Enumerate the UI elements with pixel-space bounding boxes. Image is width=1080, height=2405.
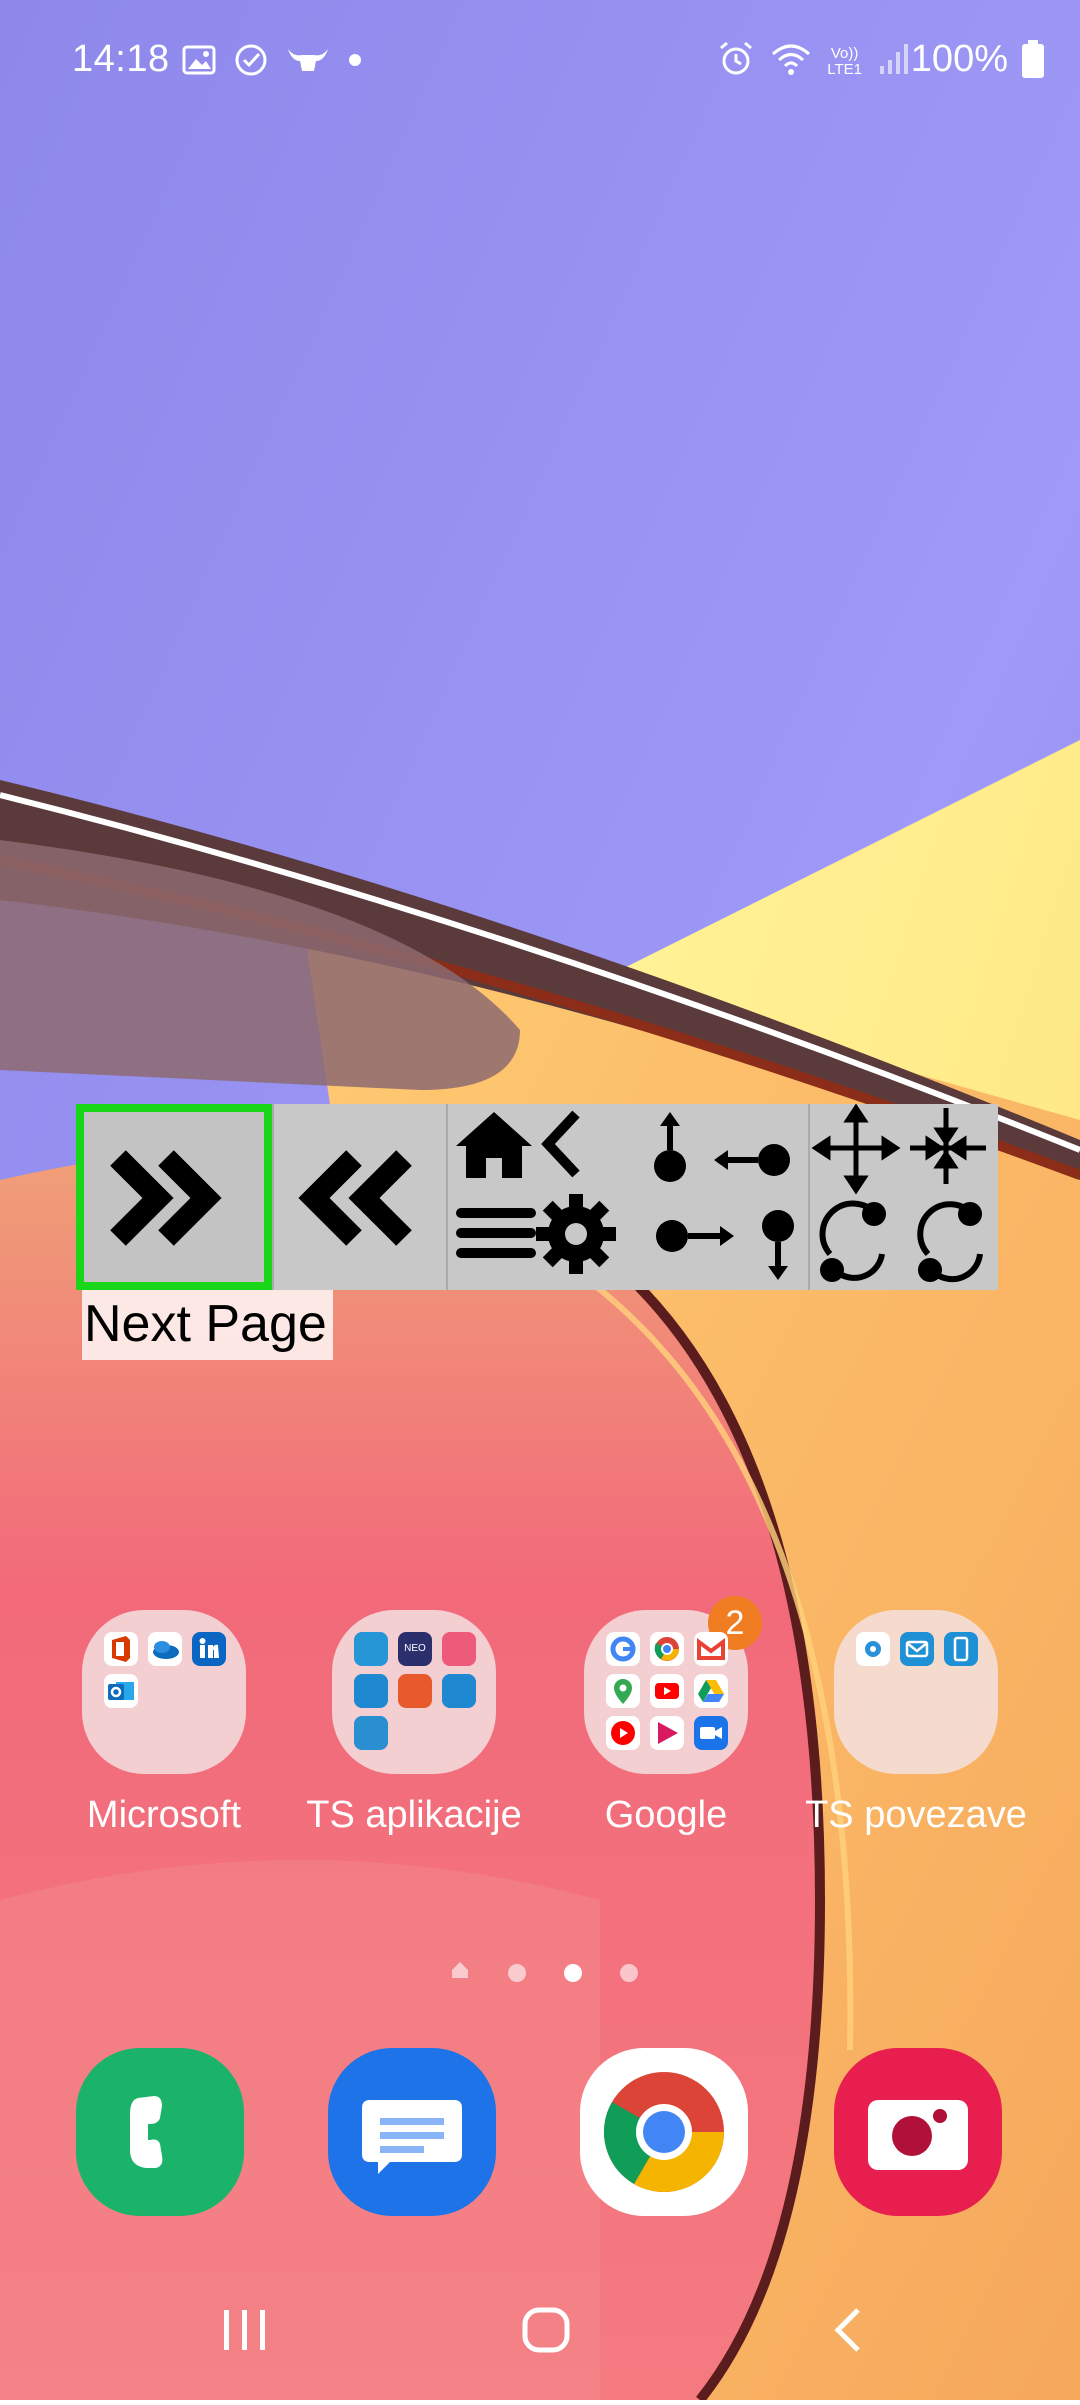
outlook-icon — [104, 1674, 138, 1708]
folder-icon — [834, 1610, 998, 1774]
signal-icon — [878, 42, 908, 81]
swipe-down-icon — [762, 1210, 794, 1280]
chart-app-icon — [442, 1632, 476, 1666]
navigation-buttons[interactable] — [446, 1104, 808, 1290]
page-dot — [508, 1963, 526, 1982]
chrome-app[interactable] — [580, 2048, 748, 2216]
recents-icon — [184, 2310, 304, 2404]
battery-level: 100% — [910, 38, 1008, 80]
menu-icon — [456, 1208, 536, 1258]
swipe-up-icon — [654, 1112, 686, 1182]
message-bubble-icon — [328, 2100, 496, 2220]
chrome-icon — [580, 2072, 748, 2220]
phone-icon — [76, 2096, 244, 2220]
home-page-indicator-icon — [450, 1960, 470, 1985]
folder-label: TS povezave — [805, 1794, 1027, 1836]
page-dot — [620, 1963, 638, 1982]
folder-ts-povezave[interactable]: TS povezave — [796, 1610, 1036, 1837]
zoom-rotate-buttons[interactable] — [808, 1104, 998, 1290]
folder-icon — [82, 1610, 246, 1774]
neo-icon: NEO — [398, 1632, 432, 1666]
network-app-icon — [856, 1632, 890, 1666]
volte-text: Vo)) — [830, 44, 859, 62]
bull-icon — [286, 45, 330, 80]
check-circle-icon — [234, 43, 268, 82]
rotate-left-icon — [819, 1200, 886, 1282]
swipe-left-icon — [714, 1144, 790, 1176]
camera-icon — [834, 2100, 1002, 2220]
search-app-icon — [442, 1674, 476, 1708]
messages-app[interactable] — [328, 2048, 496, 2216]
chrome-icon — [650, 1632, 684, 1666]
lte-text: LTE1 — [827, 60, 862, 78]
navigation-bar — [0, 2262, 1080, 2400]
folder-ts-aplikacije[interactable]: NEO TS aplikacije — [294, 1610, 534, 1837]
wifi-icon — [771, 42, 811, 81]
back-icon — [541, 1110, 580, 1178]
linkedin-icon — [192, 1632, 226, 1666]
battery-icon — [1022, 40, 1044, 78]
recents-button[interactable] — [184, 2262, 304, 2400]
collapse-icon — [910, 1108, 986, 1184]
drive-icon — [694, 1674, 728, 1708]
next-page-button[interactable] — [76, 1104, 272, 1290]
selected-button-label: Next Page — [82, 1290, 333, 1360]
folder-label: Microsoft — [86, 1794, 242, 1836]
folder-label: Google — [604, 1794, 728, 1836]
folder-google[interactable]: 2 Google — [546, 1596, 786, 1837]
expand-icon — [811, 1104, 901, 1195]
device-app-icon — [944, 1632, 978, 1666]
overlay-toolbar — [76, 1104, 998, 1290]
clock: 14:18 — [72, 38, 170, 80]
volte-icon: Vo)) LTE1 — [827, 44, 862, 78]
play-movies-icon — [650, 1716, 684, 1750]
contacts-icon — [354, 1632, 388, 1666]
status-bar: 14:18 Vo)) LTE1 100% — [0, 0, 1080, 124]
page-indicator[interactable] — [450, 1960, 638, 1985]
gmail-icon — [694, 1632, 728, 1666]
youtube-icon — [650, 1674, 684, 1708]
google-icon — [606, 1632, 640, 1666]
dot-icon — [348, 53, 362, 72]
telekom-app-icon — [398, 1674, 432, 1708]
office-icon — [104, 1632, 138, 1666]
page-dot-active — [564, 1963, 582, 1982]
home-button[interactable] — [485, 2262, 605, 2400]
alarm-icon — [717, 40, 755, 83]
mail-app-icon — [900, 1632, 934, 1666]
back-button[interactable] — [786, 2262, 906, 2400]
home-outline-icon — [485, 2307, 605, 2404]
previous-page-button[interactable] — [272, 1104, 446, 1290]
folder-microsoft[interactable]: Microsoft — [44, 1610, 284, 1837]
swipe-right-icon — [656, 1220, 734, 1252]
remote-icon — [354, 1674, 388, 1708]
rotate-right-icon — [917, 1201, 983, 1283]
folder-label: TS aplikacije — [306, 1794, 522, 1836]
onedrive-icon — [148, 1632, 182, 1666]
settings-icon — [536, 1194, 616, 1274]
youtube-music-icon — [606, 1716, 640, 1750]
meet-icon — [694, 1716, 728, 1750]
phone-app[interactable] — [76, 2048, 244, 2216]
maps-icon — [606, 1674, 640, 1708]
home-icon — [456, 1112, 532, 1178]
gallery-icon — [182, 45, 216, 80]
back-chevron-icon — [786, 2308, 906, 2404]
phone-app-icon — [354, 1716, 388, 1750]
camera-app[interactable] — [834, 2048, 1002, 2216]
folder-icon: 2 — [584, 1596, 762, 1774]
folder-icon: NEO — [332, 1610, 496, 1774]
